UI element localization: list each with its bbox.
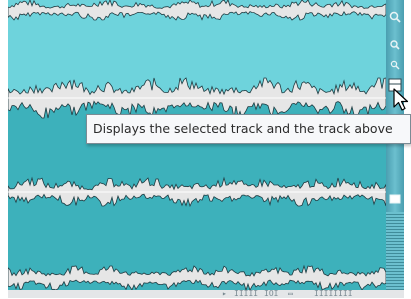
magnifier-minus-icon — [390, 40, 400, 50]
zoom-small-button[interactable] — [386, 56, 404, 74]
waveform-display[interactable] — [8, 0, 386, 290]
audio-editor-window: ▸ IIIII IOI ▭ IIIIIIII Displays the sele… — [0, 0, 411, 298]
magnifier-icon — [390, 60, 400, 70]
mouse-pointer-icon — [393, 88, 409, 111]
zoom-in-button[interactable] — [386, 8, 404, 26]
waveform-canvas — [8, 0, 386, 290]
magnifier-plus-icon — [389, 11, 401, 23]
horizontal-zoom-bar: ▸ IIIII IOI ▭ IIIIIIII — [8, 289, 404, 298]
tooltip: Displays the selected track and the trac… — [86, 114, 411, 144]
vertical-ruler — [386, 212, 404, 290]
vertical-zoom-sidebar — [386, 0, 404, 290]
tooltip-text: Displays the selected track and the trac… — [93, 121, 393, 136]
zoom-out-button[interactable] — [386, 36, 404, 54]
single-track-button[interactable] — [386, 190, 404, 208]
track-box-icon — [389, 194, 401, 204]
